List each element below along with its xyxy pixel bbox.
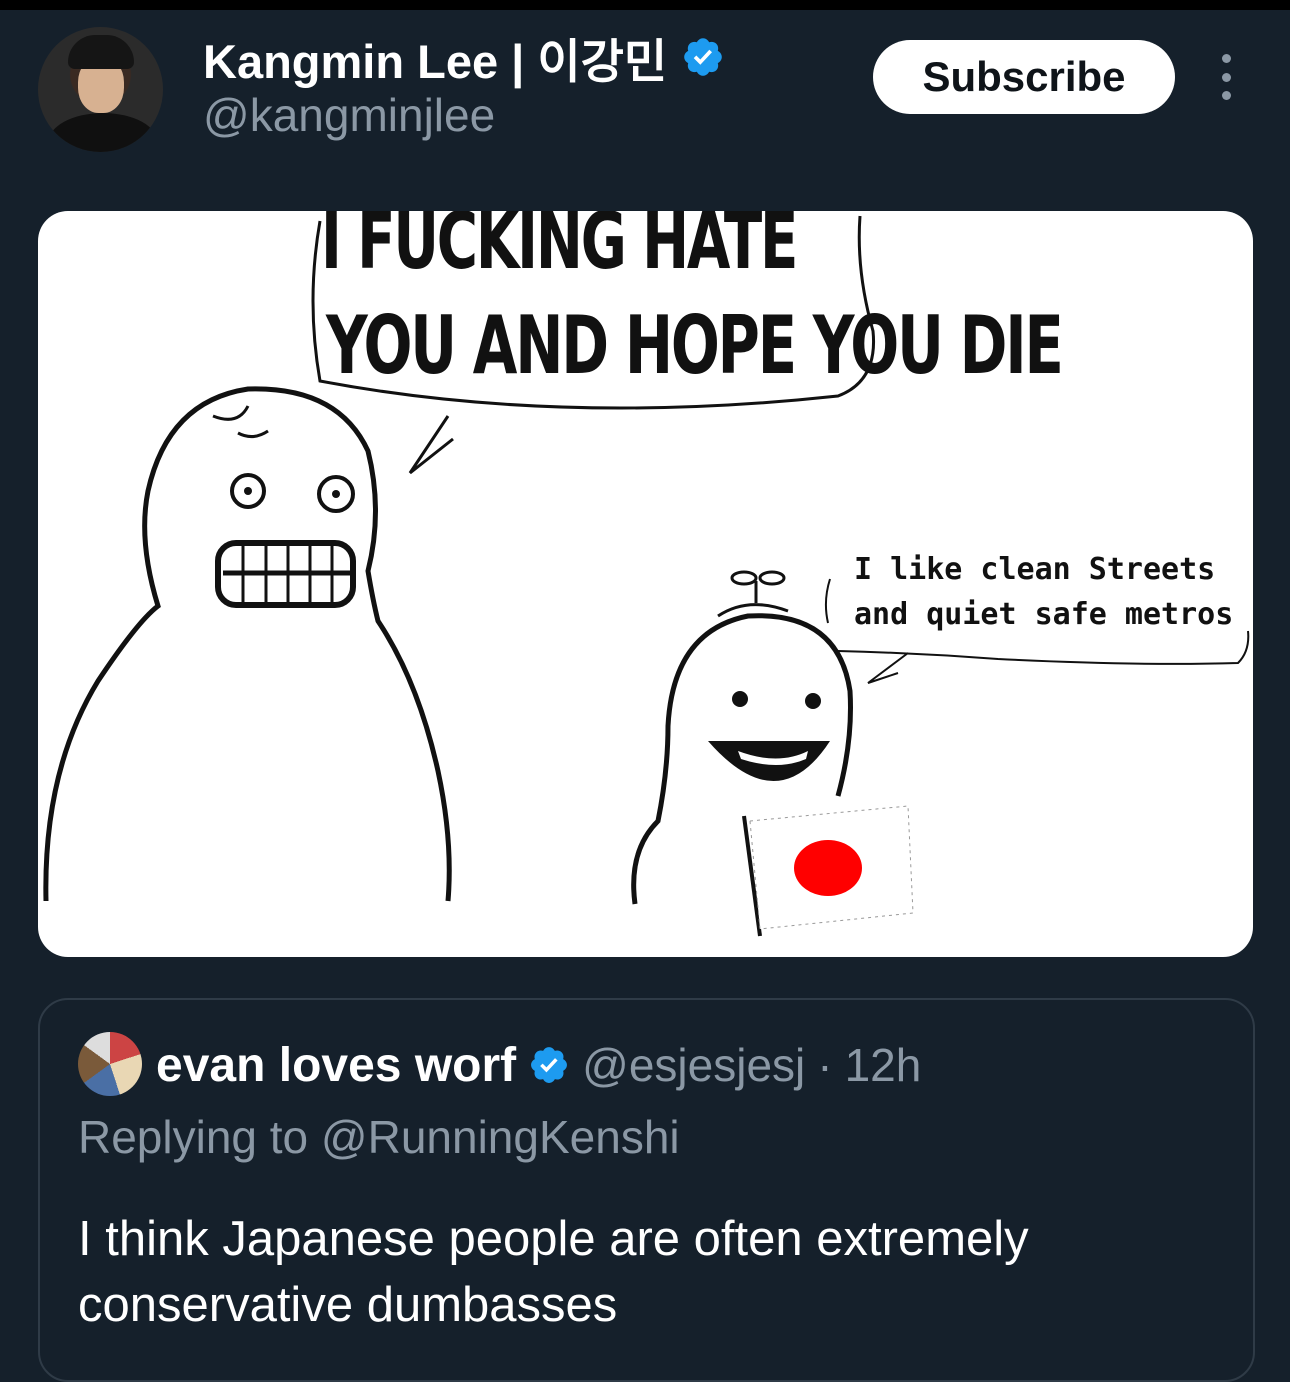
subscribe-button[interactable]: Subscribe xyxy=(873,40,1175,114)
small-bubble-line-1: I like clean Streets xyxy=(854,552,1216,587)
quoted-author-handle[interactable]: @esjesjesj xyxy=(582,1038,805,1092)
tweet-image[interactable]: I FUCKING HATE YOU AND HOPE YOU DIE I li… xyxy=(38,211,1253,957)
verified-badge-icon xyxy=(684,38,722,76)
vertical-ellipsis-icon[interactable] xyxy=(1212,54,1240,100)
top-bar xyxy=(0,0,1290,10)
quoted-header: evan loves worf @esjesjesj · 12h xyxy=(156,1036,921,1094)
replying-to-text: Replying to @RunningKenshi xyxy=(78,1111,680,1163)
author-name-row: Kangmin Lee | 이강민 xyxy=(203,28,725,88)
speech-bubble-line-1: I FUCKING HATE xyxy=(321,211,798,287)
author-handle[interactable]: @kangminjlee xyxy=(203,88,495,142)
quoted-author-name[interactable]: evan loves worf xyxy=(156,1038,516,1093)
speech-bubble-line-2: YOU AND HOPE YOU DIE xyxy=(326,299,1064,392)
quoted-timestamp[interactable]: 12h xyxy=(845,1038,922,1092)
verified-badge-icon xyxy=(531,1047,568,1083)
dot-separator: · xyxy=(817,1039,833,1091)
author-avatar[interactable] xyxy=(38,27,163,152)
small-bubble-line-2: and quiet safe metros xyxy=(854,597,1234,632)
quoted-author-avatar[interactable] xyxy=(78,1032,142,1096)
quoted-tweet-text: I think Japanese people are often extrem… xyxy=(78,1212,1029,1332)
author-name[interactable]: Kangmin Lee | 이강민 xyxy=(203,23,667,92)
